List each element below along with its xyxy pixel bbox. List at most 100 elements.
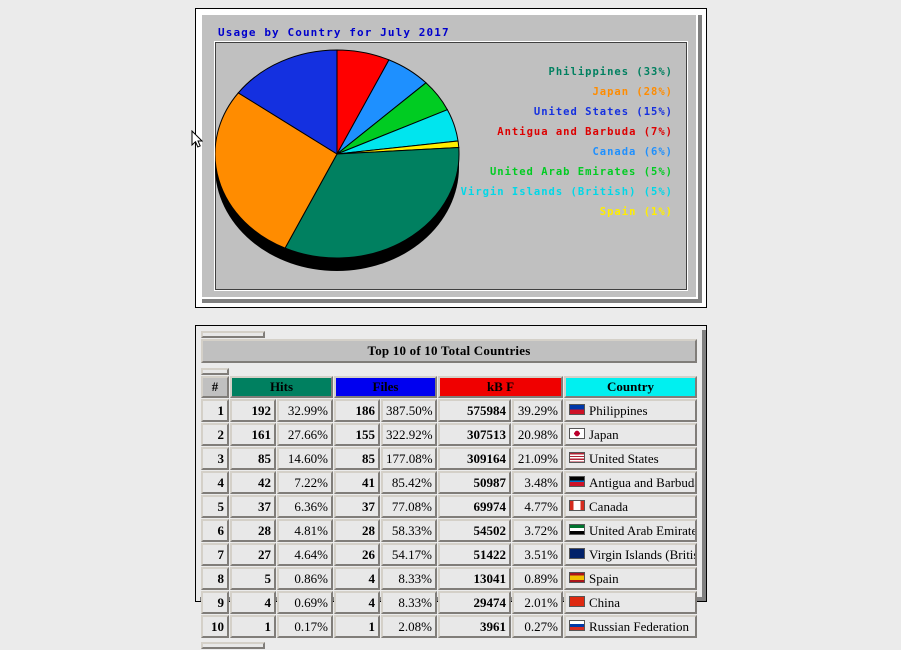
cell-hits-percent: 4.64% <box>277 543 333 567</box>
mouse-pointer-icon <box>191 130 203 148</box>
table-spacer-cell <box>201 331 265 338</box>
flag-united-states-icon <box>569 452 585 464</box>
cell-kbf-percent: 4.77% <box>512 495 563 519</box>
pie-slices <box>215 49 460 259</box>
cell-country: United Arab Emirates <box>564 519 697 543</box>
cell-hits-percent: 14.60% <box>277 447 333 471</box>
cell-files: 85 <box>334 447 380 471</box>
cell-hits: 85 <box>230 447 276 471</box>
cell-kbf-percent: 0.89% <box>512 567 563 591</box>
flag-spain-icon <box>569 572 585 584</box>
flag-virgin-islands-british-icon <box>569 548 585 560</box>
table-panel-shadow-right <box>702 330 706 601</box>
cell-files-percent: 54.17% <box>381 543 437 567</box>
cell-rank: 4 <box>201 471 229 495</box>
table-row: 2 161 27.66% 155 322.92% 307513 20.98% Japan <box>201 423 697 447</box>
cell-country: United States <box>564 447 697 471</box>
table-spacer-gap <box>266 331 697 338</box>
table-title: Top 10 of 10 Total Countries <box>201 339 697 363</box>
cell-hits: 28 <box>230 519 276 543</box>
column-header-country[interactable]: Country <box>564 376 697 398</box>
chart-legend: Philippines (33%) Japan (28%) United State… <box>461 62 673 222</box>
flag-united-arab-emirates-icon <box>569 524 585 536</box>
flag-russian-federation-icon <box>569 620 585 632</box>
table-row: 1 192 32.99% 186 387.50% 575984 39.29% Philippi… <box>201 399 697 423</box>
cell-kbf-percent: 20.98% <box>512 423 563 447</box>
cell-kbf-percent: 2.01% <box>512 591 563 615</box>
country-stats-table: # Hits Files kB F Country 1 192 32.99% 186 387.50… <box>200 367 698 639</box>
cell-kbf-percent: 39.29% <box>512 399 563 423</box>
cell-rank: 10 <box>201 615 229 639</box>
country-stats-table-wrap: Top 10 of 10 Total Countries # Hits Files k… <box>200 330 698 650</box>
cell-rank: 6 <box>201 519 229 543</box>
cell-hits-percent: 0.86% <box>277 567 333 591</box>
cell-files-percent: 387.50% <box>381 399 437 423</box>
chart-panel-shadow-bottom <box>202 299 702 303</box>
cell-country: Philippines <box>564 399 697 423</box>
cell-kbf-percent: 3.51% <box>512 543 563 567</box>
cell-country: Canada <box>564 495 697 519</box>
flag-canada-icon <box>569 500 585 512</box>
legend-entry-6: Virgin Islands (British) (5%) <box>460 186 673 198</box>
table-spacer-row <box>201 331 697 338</box>
table-row: 9 4 0.69% 4 8.33% 29474 2.01% China <box>201 591 697 615</box>
cell-files: 186 <box>334 399 380 423</box>
cell-files: 4 <box>334 591 380 615</box>
country-stats-panel: Top 10 of 10 Total Countries # Hits Files k… <box>195 325 707 650</box>
cell-kbf: 575984 <box>438 399 511 423</box>
cell-kbf: 307513 <box>438 423 511 447</box>
legend-entry-0: Philippines (33%) <box>548 66 673 78</box>
cell-hits-percent: 7.22% <box>277 471 333 495</box>
cell-rank: 9 <box>201 591 229 615</box>
cell-hits: 5 <box>230 567 276 591</box>
cell-hits-percent: 32.99% <box>277 399 333 423</box>
chart-title: Usage by Country for July 2017 <box>218 26 450 39</box>
cell-kbf: 54502 <box>438 519 511 543</box>
country-name: United States <box>589 451 659 467</box>
cell-kbf: 50987 <box>438 471 511 495</box>
cell-hits: 161 <box>230 423 276 447</box>
legend-entry-2: United States (15%) <box>533 106 673 118</box>
cell-kbf: 13041 <box>438 567 511 591</box>
flag-antigua-and-barbuda-icon <box>569 476 585 488</box>
cell-kbf: 51422 <box>438 543 511 567</box>
country-name: Japan <box>589 427 619 443</box>
cell-hits-percent: 4.81% <box>277 519 333 543</box>
cell-files-percent: 85.42% <box>381 471 437 495</box>
flag-japan-icon <box>569 428 585 440</box>
cell-kbf-percent: 21.09% <box>512 447 563 471</box>
cell-country: Russian Federation <box>564 615 697 639</box>
cell-hits: 1 <box>230 615 276 639</box>
country-name: Antigua and Barbuda <box>589 475 697 491</box>
cell-files-percent: 177.08% <box>381 447 437 471</box>
column-header-rank[interactable]: # <box>201 376 229 398</box>
cell-hits-percent: 6.36% <box>277 495 333 519</box>
cell-files: 155 <box>334 423 380 447</box>
column-header-files[interactable]: Files <box>334 376 437 398</box>
column-header-hits[interactable]: Hits <box>230 376 333 398</box>
cell-rank: 2 <box>201 423 229 447</box>
table-row: 4 42 7.22% 41 85.42% 50987 3.48% Antigua and Ba… <box>201 471 697 495</box>
cell-hits: 27 <box>230 543 276 567</box>
cell-country: Spain <box>564 567 697 591</box>
cell-hits: 192 <box>230 399 276 423</box>
legend-entry-5: United Arab Emirates (5%) <box>489 166 673 178</box>
table-row: 7 27 4.64% 26 54.17% 51422 3.51% Virgin Islands… <box>201 543 697 567</box>
country-name: Philippines <box>589 403 648 419</box>
country-name: United Arab Emirates <box>589 523 697 539</box>
table-header-spacer-cell <box>201 368 229 375</box>
cell-hits: 37 <box>230 495 276 519</box>
table-row: 3 85 14.60% 85 177.08% 309164 21.09% United Sta… <box>201 447 697 471</box>
cell-hits-percent: 27.66% <box>277 423 333 447</box>
table-title-block: Top 10 of 10 Total Countries <box>200 330 698 364</box>
cell-files-percent: 8.33% <box>381 591 437 615</box>
cell-kbf: 29474 <box>438 591 511 615</box>
cell-hits-percent: 0.17% <box>277 615 333 639</box>
cell-country: Antigua and Barbuda <box>564 471 697 495</box>
cell-files: 1 <box>334 615 380 639</box>
cell-country: China <box>564 591 697 615</box>
table-header-spacer-row <box>201 368 697 375</box>
column-header-kbf[interactable]: kB F <box>438 376 563 398</box>
cell-kbf-percent: 0.27% <box>512 615 563 639</box>
cell-files-percent: 2.08% <box>381 615 437 639</box>
